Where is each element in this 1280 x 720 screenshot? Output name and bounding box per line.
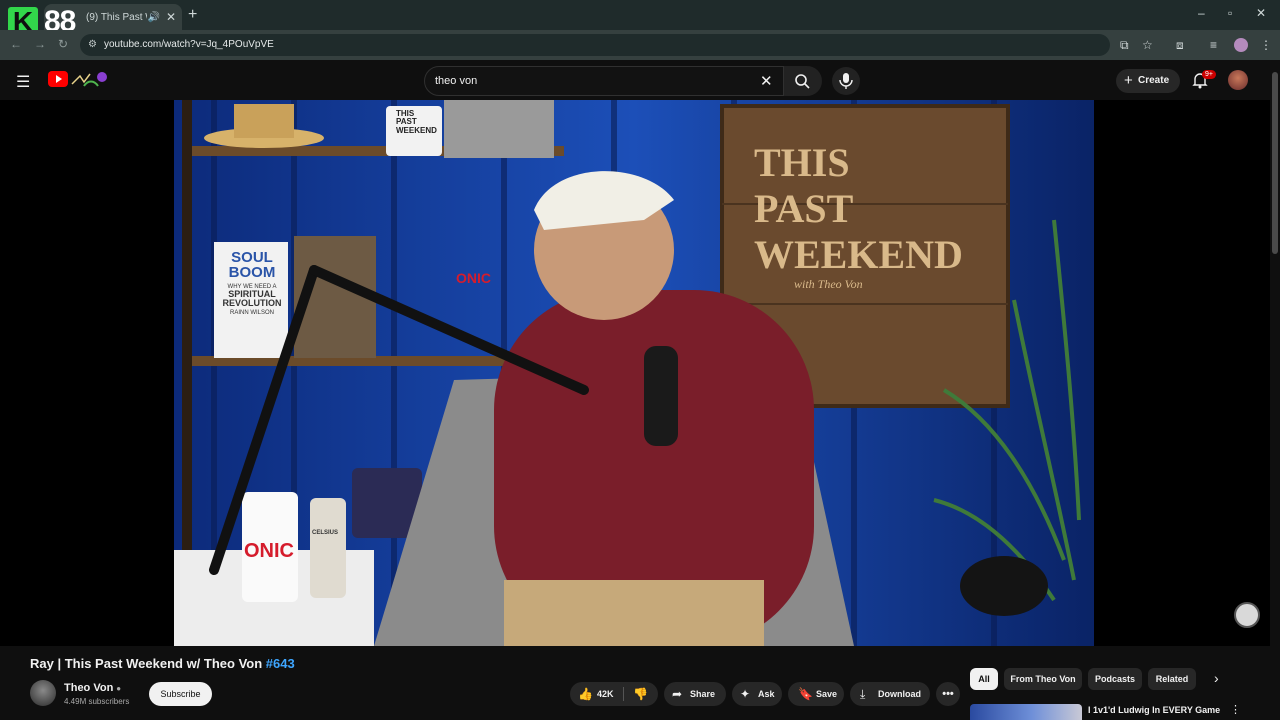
share-button[interactable]: ➦ Share bbox=[664, 682, 726, 706]
book-title-line: BOOM bbox=[228, 264, 276, 281]
sparkle-icon: ✦ bbox=[740, 687, 751, 701]
like-count[interactable]: 42K bbox=[597, 682, 614, 706]
minimize-button[interactable]: – bbox=[1198, 6, 1205, 20]
recommendation-thumbnail[interactable] bbox=[970, 704, 1082, 720]
floating-avatar[interactable] bbox=[1234, 602, 1260, 628]
ask-label: Ask bbox=[758, 689, 775, 699]
create-button[interactable]: + Create bbox=[1116, 69, 1180, 93]
dislike-icon[interactable]: 👎 bbox=[633, 682, 648, 706]
url-text: youtube.com/watch?v=Jq_4POuVpVE bbox=[104, 39, 274, 50]
reload-icon[interactable]: ↻ bbox=[58, 37, 68, 51]
verified-icon: ● bbox=[116, 684, 122, 693]
like-divider bbox=[623, 687, 624, 701]
chip-related[interactable]: Related bbox=[1148, 668, 1196, 690]
cup-logo-text: ONIC bbox=[244, 540, 294, 562]
youtube-logo-icon[interactable] bbox=[48, 71, 68, 87]
bookmark-icon: 🔖 bbox=[798, 687, 813, 701]
mug-text: THIS PAST WEEKEND bbox=[396, 109, 437, 135]
save-label: Save bbox=[816, 689, 838, 699]
back-icon[interactable]: ← bbox=[10, 37, 22, 51]
sign-signature: with Theo Von bbox=[794, 277, 863, 291]
site-info-icon[interactable]: ⚙ bbox=[88, 34, 97, 56]
video-title-text: Ray | This Past Weekend w/ Theo Von bbox=[30, 656, 263, 671]
speaker-icon[interactable]: 🔊 bbox=[147, 12, 159, 23]
subscribe-button[interactable]: Subscribe bbox=[149, 682, 212, 706]
browser-menu-icon[interactable]: ⋮ bbox=[1260, 38, 1272, 52]
video-frame[interactable]: SOUL BOOM WHY WE NEED A SPIRITUAL REVOLU… bbox=[174, 100, 1094, 646]
save-button[interactable]: 🔖 Save bbox=[788, 682, 844, 706]
chip-from-theo-von[interactable]: From Theo Von bbox=[1004, 668, 1082, 690]
show-sign: THIS PAST WEEKEND with Theo Von bbox=[754, 140, 963, 292]
sign-line: THIS bbox=[754, 140, 850, 185]
page-scrollbar[interactable] bbox=[1270, 60, 1280, 720]
doodle-icon[interactable] bbox=[70, 70, 110, 90]
new-tab-button[interactable]: + bbox=[188, 6, 197, 24]
tab-title: (9) This Past Weeke bbox=[86, 11, 147, 23]
scrollbar-thumb[interactable] bbox=[1272, 72, 1278, 254]
share-icon: ➦ bbox=[672, 687, 683, 701]
chip-all[interactable]: All bbox=[970, 668, 998, 690]
youtube-masthead: ☰ theo von ✕ + Create bbox=[0, 60, 1280, 100]
book-subtitle-line: REVOLUTION bbox=[222, 298, 282, 308]
address-bar[interactable]: ⚙ youtube.com/watch?v=Jq_4POuVpVE bbox=[80, 34, 1110, 56]
extensions-icon[interactable]: ⧈ bbox=[1176, 38, 1184, 53]
ask-button[interactable]: ✦ Ask bbox=[732, 682, 782, 706]
browser-toolbar: ← → ↻ ⚙ youtube.com/watch?v=Jq_4POuVpVE … bbox=[0, 30, 1280, 60]
video-player[interactable]: SOUL BOOM WHY WE NEED A SPIRITUAL REVOLU… bbox=[0, 100, 1270, 646]
channel-name-text: Theo Von bbox=[64, 682, 114, 694]
can-label: CELSIUS bbox=[312, 530, 339, 536]
episode-hashtag-link[interactable]: #643 bbox=[266, 656, 295, 671]
channel-name[interactable]: Theo Von ● bbox=[64, 682, 121, 694]
more-actions-button[interactable]: ••• bbox=[936, 682, 960, 706]
create-label: Create bbox=[1138, 75, 1170, 86]
like-icon[interactable]: 👍 bbox=[578, 682, 593, 706]
download-button[interactable]: ⤓ Download bbox=[850, 682, 930, 706]
channel-avatar[interactable] bbox=[30, 680, 56, 706]
recommendation-title[interactable]: I 1v1'd Ludwig In EVERY Game bbox=[1088, 705, 1220, 715]
book-title-line: SOUL bbox=[231, 249, 273, 266]
plus-icon: + bbox=[1124, 72, 1133, 89]
search-button[interactable] bbox=[784, 66, 822, 96]
download-icon: ⤓ bbox=[860, 687, 866, 701]
voice-search-button[interactable] bbox=[832, 67, 860, 95]
video-title: Ray | This Past Weekend w/ Theo Von #643 bbox=[30, 656, 295, 671]
cup-logo-text: ONIC bbox=[456, 270, 491, 286]
like-dislike-group: 👍 42K 👎 bbox=[570, 682, 658, 706]
notification-count-badge: 9+ bbox=[1202, 70, 1216, 79]
subscriber-count: 4.49M subscribers bbox=[64, 697, 130, 706]
close-window-button[interactable]: ✕ bbox=[1256, 6, 1266, 20]
account-avatar[interactable] bbox=[1228, 70, 1248, 90]
restore-button[interactable]: ▫ bbox=[1228, 6, 1232, 20]
microphone-icon bbox=[839, 73, 853, 89]
bookmark-star-icon[interactable]: ☆ bbox=[1142, 38, 1153, 52]
download-label: Download bbox=[878, 689, 921, 699]
browser-profile-avatar[interactable] bbox=[1234, 38, 1248, 52]
browser-tab-strip: (9) This Past Weeke 🔊 ✕ + – ▫ ✕ bbox=[0, 0, 1280, 30]
share-label: Share bbox=[690, 689, 716, 699]
menu-icon[interactable]: ☰ bbox=[16, 72, 30, 92]
search-input[interactable]: theo von bbox=[424, 66, 784, 96]
book-cover: SOUL BOOM WHY WE NEED A SPIRITUAL REVOLU… bbox=[222, 250, 282, 316]
search-icon bbox=[795, 74, 810, 89]
book-author: RAINN WILSON bbox=[229, 310, 274, 316]
mug-text-line: WEEKEND bbox=[396, 125, 437, 135]
chevron-right-icon[interactable]: › bbox=[1214, 670, 1219, 686]
sign-line: WEEKEND bbox=[754, 232, 963, 277]
media-control-icon[interactable]: ≡ bbox=[1210, 38, 1217, 52]
chip-podcasts[interactable]: Podcasts bbox=[1088, 668, 1142, 690]
close-icon[interactable]: ✕ bbox=[166, 10, 176, 24]
forward-icon[interactable]: → bbox=[34, 37, 46, 51]
sign-line: PAST bbox=[754, 186, 854, 231]
recommendation-menu-icon[interactable]: ⋮ bbox=[1230, 703, 1241, 716]
clear-search-icon[interactable]: ✕ bbox=[760, 72, 773, 90]
install-app-icon[interactable]: ⧉ bbox=[1120, 38, 1129, 53]
